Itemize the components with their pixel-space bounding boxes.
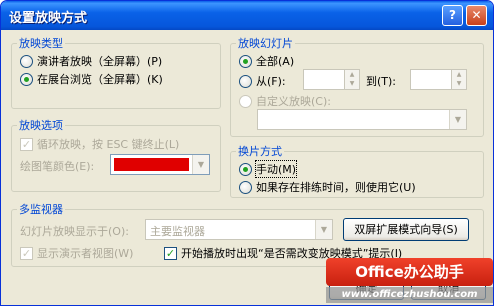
radio-presenter-label: 演讲者放映（全屏幕）(P): [37, 55, 163, 68]
show-options-legend: 放映选项: [19, 119, 63, 132]
title-bar[interactable]: 设置放映方式 ? ✕: [1, 1, 493, 30]
advance-legend: 换片方式: [238, 145, 282, 158]
radio-from-slides[interactable]: 从(F):: [239, 73, 286, 89]
radio-indicator[interactable]: [239, 74, 252, 88]
dual-screen-wizard-button[interactable]: 双屏扩展模式向导(S): [343, 218, 469, 241]
help-button[interactable]: ?: [442, 5, 463, 26]
radio-custom-show[interactable]: 自定义放映(C):: [239, 93, 331, 109]
loop-label: 循环放映，按 ESC 键终止(L): [37, 138, 180, 151]
radio-use-timings[interactable]: 如果存在排练时间，则使用它(U): [239, 179, 416, 195]
radio-all-slides[interactable]: 全部(A): [239, 53, 294, 69]
pen-color-picker[interactable]: ▼: [110, 154, 210, 175]
chevron-down-icon[interactable]: ▼: [192, 155, 209, 174]
radio-indicator[interactable]: [239, 94, 252, 108]
to-input[interactable]: ▲ ▼: [410, 69, 467, 90]
show-type-legend: 放映类型: [19, 37, 63, 50]
monitors-legend: 多监视器: [19, 203, 63, 216]
presenter-view-label: 显示演示者视图(W): [37, 247, 134, 260]
check-indicator[interactable]: ✓: [20, 137, 33, 151]
all-slides-label: 全部(A): [256, 55, 295, 68]
watermark-brand: Office办公助手: [326, 258, 493, 286]
radio-kiosk-label: 在展台浏览（全屏幕）(K): [37, 73, 163, 86]
to-label: 到(T):: [366, 75, 397, 88]
from-spinner[interactable]: ▲ ▼: [344, 70, 359, 89]
dialog-window: 设置放映方式 ? ✕ 放映类型 演讲者放映（全屏幕）(P) 在展台浏览（全屏幕）…: [0, 0, 494, 306]
radio-indicator[interactable]: [239, 162, 252, 176]
chevron-down-icon[interactable]: ▼: [315, 220, 332, 239]
watermark-url: www.officezhushou.com: [326, 287, 493, 303]
check-indicator[interactable]: ✓: [20, 246, 33, 260]
display-on-dropdown[interactable]: 主要监视器 ▼: [145, 219, 333, 240]
radio-indicator[interactable]: [239, 54, 252, 68]
display-on-label: 幻灯片放映显示于(O):: [20, 225, 129, 238]
radio-kiosk[interactable]: 在展台浏览（全屏幕）(K): [20, 71, 163, 87]
custom-show-dropdown[interactable]: ▼: [257, 109, 467, 130]
pen-color-label: 绘图笔颜色(E):: [20, 160, 95, 173]
dialog-title: 设置放映方式: [9, 11, 88, 26]
radio-indicator[interactable]: [239, 180, 252, 194]
check-indicator[interactable]: ✓: [164, 246, 177, 260]
display-on-value: 主要监视器: [150, 225, 205, 238]
radio-manual[interactable]: 手动(M): [239, 160, 298, 178]
watermark: Office办公助手 www.officezhushou.com: [326, 258, 493, 304]
pen-color-swatch: [114, 158, 189, 171]
close-button[interactable]: ✕: [466, 5, 487, 26]
radio-indicator[interactable]: [20, 54, 33, 68]
loop-checkbox[interactable]: ✓ 循环放映，按 ESC 键终止(L): [20, 136, 179, 152]
from-label: 从(F):: [256, 75, 286, 88]
radio-presenter[interactable]: 演讲者放映（全屏幕）(P): [20, 53, 162, 69]
use-timings-label: 如果存在排练时间，则使用它(U): [256, 181, 416, 194]
from-input[interactable]: ▲ ▼: [303, 69, 360, 90]
radio-indicator[interactable]: [20, 72, 33, 86]
to-spinner[interactable]: ▲ ▼: [451, 70, 466, 89]
custom-show-label: 自定义放映(C):: [256, 95, 331, 108]
presenter-view-checkbox[interactable]: ✓ 显示演示者视图(W): [20, 245, 133, 261]
slides-legend: 放映幻灯片: [238, 37, 293, 50]
manual-label: 手动(M): [254, 160, 298, 178]
chevron-down-icon[interactable]: ▼: [449, 110, 466, 129]
